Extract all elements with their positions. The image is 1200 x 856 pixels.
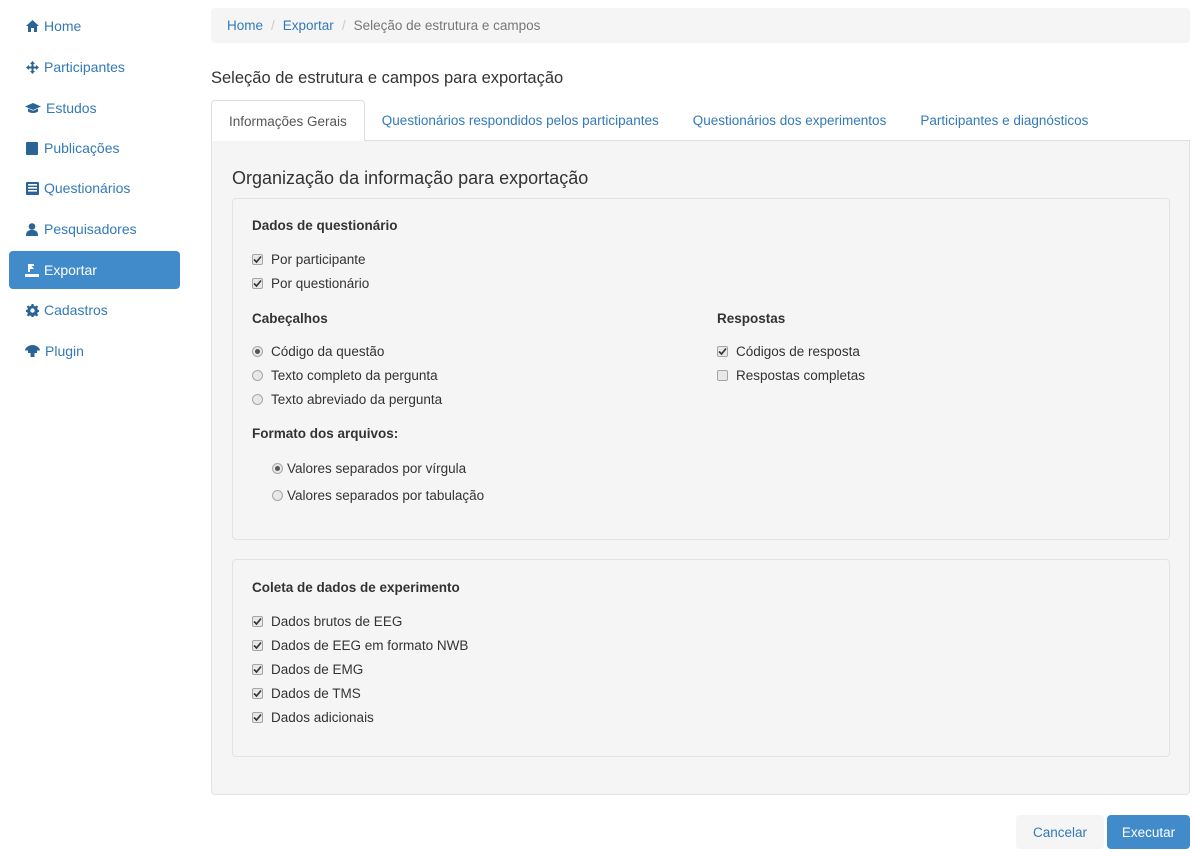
sidebar-item-label: Participantes	[44, 59, 125, 75]
tab-questionarios-experimentos[interactable]: Questionários dos experimentos	[676, 100, 904, 141]
breadcrumb: Home / Exportar / Seleção de estrutura e…	[211, 8, 1190, 43]
checkbox[interactable]	[252, 640, 263, 651]
user-icon	[25, 222, 39, 236]
option-codigos-resposta[interactable]: Códigos de resposta	[717, 344, 860, 359]
option-eeg-brutos[interactable]: Dados brutos de EEG	[252, 614, 402, 629]
move-icon	[25, 60, 39, 74]
tab-participantes-diagnosticos[interactable]: Participantes e diagnósticos	[903, 100, 1105, 141]
option-label: Dados de EEG em formato NWB	[271, 638, 469, 653]
checkbox[interactable]	[252, 712, 263, 723]
option-label: Por questionário	[271, 276, 370, 291]
sidebar-item-pesquisadores[interactable]: Pesquisadores	[9, 210, 180, 248]
option-tsv[interactable]: Valores separados por tabulação	[272, 488, 484, 503]
headers-heading: Cabeçalhos	[252, 311, 328, 326]
option-respostas-completas[interactable]: Respostas completas	[717, 368, 865, 383]
sidebar-item-label: Publicações	[44, 140, 120, 156]
option-label: Código da questão	[271, 344, 385, 359]
sidebar-item-label: Plugin	[45, 343, 84, 359]
option-codigo-questao[interactable]: Código da questão	[252, 344, 384, 359]
export-icon	[25, 263, 39, 277]
tab-questionarios-participantes[interactable]: Questionários respondidos pelos particip…	[365, 100, 676, 141]
answers-heading: Respostas	[717, 311, 786, 326]
gear-icon	[25, 303, 39, 317]
option-label: Códigos de resposta	[736, 344, 860, 359]
breadcrumb-separator: /	[271, 18, 275, 33]
sidebar-item-label: Estudos	[46, 100, 97, 116]
checkbox[interactable]	[252, 688, 263, 699]
checkbox[interactable]	[252, 616, 263, 627]
section-title: Organização da informação para exportaçã…	[232, 168, 589, 188]
option-label: Respostas completas	[736, 368, 866, 383]
sidebar-item-estudos[interactable]: Estudos	[9, 89, 180, 127]
sidebar-item-label: Home	[44, 18, 82, 34]
sidebar-item-label: Pesquisadores	[44, 221, 137, 237]
sidebar-item-cadastros[interactable]: Cadastros	[9, 291, 180, 329]
sidebar-item-label: Cadastros	[44, 302, 108, 318]
checkbox[interactable]	[252, 254, 263, 265]
home-icon	[25, 19, 39, 33]
option-por-questionario[interactable]: Por questionário	[252, 276, 369, 291]
option-label: Dados de EMG	[271, 662, 364, 677]
breadcrumb-current: Seleção de estrutura e campos	[353, 18, 541, 33]
experiment-heading: Coleta de dados de experimento	[252, 580, 460, 595]
option-csv[interactable]: Valores separados por vírgula	[272, 461, 466, 476]
breadcrumb-home-link[interactable]: Home	[227, 18, 263, 33]
questionnaire-heading: Dados de questionário	[252, 218, 398, 233]
option-label: Texto completo da pergunta	[271, 368, 438, 383]
radio[interactable]	[252, 370, 263, 381]
option-label: Valores separados por tabulação	[287, 488, 485, 503]
sidebar-item-label: Exportar	[44, 262, 97, 278]
sidebar-item-home[interactable]: Home	[9, 7, 180, 45]
execute-button[interactable]: Executar	[1107, 815, 1190, 849]
list-alt-icon	[25, 181, 39, 195]
radio[interactable]	[272, 463, 283, 474]
tab-informacoes-gerais[interactable]: Informações Gerais	[211, 100, 365, 142]
option-label: Dados adicionais	[271, 710, 374, 725]
option-label: Dados de TMS	[271, 686, 361, 701]
option-label: Valores separados por vírgula	[287, 461, 467, 476]
checkbox[interactable]	[717, 346, 728, 357]
radio[interactable]	[252, 346, 263, 357]
file-format-heading: Formato dos arquivos:	[252, 426, 399, 441]
option-label: Texto abreviado da pergunta	[271, 392, 443, 407]
sidebar-item-questionarios[interactable]: Questionários	[9, 169, 180, 207]
plugin-icon	[25, 344, 40, 358]
radio[interactable]	[252, 394, 263, 405]
sidebar-item-publicacoes[interactable]: Publicações	[9, 129, 180, 167]
option-label: Por participante	[271, 252, 366, 267]
option-texto-abreviado[interactable]: Texto abreviado da pergunta	[252, 392, 442, 407]
cancel-button[interactable]: Cancelar	[1016, 815, 1104, 849]
option-label: Dados brutos de EEG	[271, 614, 403, 629]
option-eeg-nwb[interactable]: Dados de EEG em formato NWB	[252, 638, 468, 653]
sidebar-item-exportar[interactable]: Exportar	[9, 251, 180, 289]
sidebar-item-label: Questionários	[44, 180, 131, 196]
book-icon	[25, 141, 39, 155]
breadcrumb-exportar-link[interactable]: Exportar	[283, 18, 334, 33]
checkbox[interactable]	[252, 278, 263, 289]
tab-bar: Informações Gerais Questionários respond…	[211, 100, 1190, 142]
breadcrumb-separator: /	[341, 18, 346, 33]
option-dados-adicionais[interactable]: Dados adicionais	[252, 710, 374, 725]
graduation-cap-icon	[25, 101, 41, 115]
option-emg[interactable]: Dados de EMG	[252, 662, 363, 677]
page-title: Seleção de estrutura e campos para expor…	[211, 69, 564, 87]
checkbox[interactable]	[717, 370, 728, 381]
radio[interactable]	[272, 490, 283, 501]
checkbox[interactable]	[252, 664, 263, 675]
option-tms[interactable]: Dados de TMS	[252, 686, 361, 701]
sidebar-item-participantes[interactable]: Participantes	[9, 48, 180, 86]
option-por-participante[interactable]: Por participante	[252, 252, 366, 267]
sidebar-item-plugin[interactable]: Plugin	[9, 332, 180, 370]
option-texto-completo[interactable]: Texto completo da pergunta	[252, 368, 438, 383]
